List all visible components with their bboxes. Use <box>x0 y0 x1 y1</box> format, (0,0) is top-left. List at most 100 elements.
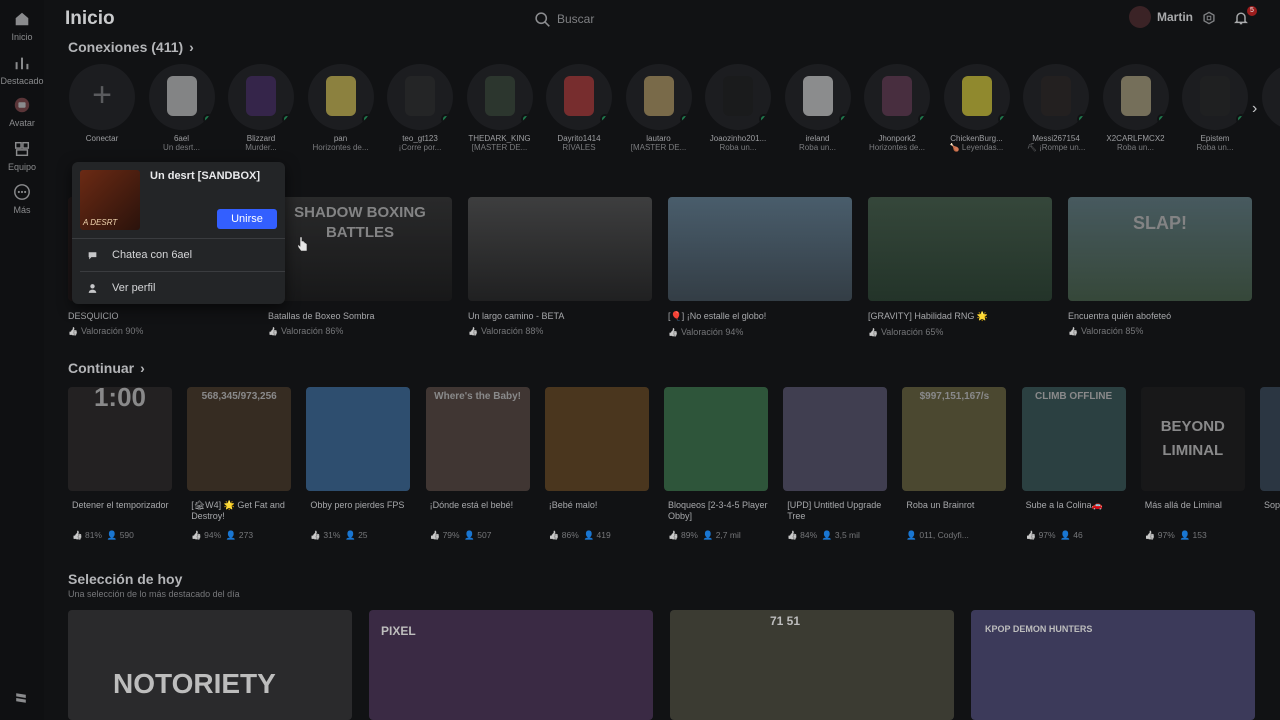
connection-item[interactable]: pan Horizontes de... <box>304 64 378 152</box>
connection-item[interactable]: teo_gt123 ¡Corre por... <box>383 64 457 152</box>
chat-icon <box>88 251 97 259</box>
game-thumbnail <box>668 197 852 301</box>
game-thumbnail: CLIMB OFFLINE <box>1021 387 1126 491</box>
players-icon: 👤 <box>106 530 118 540</box>
game-card[interactable]: Where's the Baby! ¡Dónde está el bebé! 👍 … <box>425 387 530 541</box>
avatar-icon <box>14 97 30 113</box>
thumbnail-text: CLIMB OFFLINE <box>1034 391 1113 402</box>
featured-card[interactable]: 71 51 <box>670 610 954 720</box>
connection-status: RIVALES <box>562 143 596 152</box>
game-title: [GRAVITY] Habilidad RNG 🌟 <box>868 311 989 321</box>
game-rating: 79% <box>442 530 460 540</box>
featured-card[interactable]: KPOP DEMON HUNTERS <box>971 610 1255 720</box>
game-rating: Valoración 90% <box>68 326 252 336</box>
robux-icon[interactable] <box>1202 11 1216 25</box>
players-icon: 👤 <box>1179 530 1191 540</box>
connection-item[interactable]: 6ael Un desrt... <box>145 64 219 152</box>
game-card[interactable]: [GRAVITY] Habilidad RNG 🌟 Valoración 65% <box>868 197 1052 337</box>
friend-avatar <box>705 64 771 130</box>
connection-item[interactable]: Messi267154 ⛏ ¡Rompe un... <box>1019 64 1093 152</box>
carousel-next-icon[interactable]: › <box>1252 100 1257 118</box>
sidebar-item-equipo[interactable]: Equipo <box>0 140 44 172</box>
connection-item[interactable]: Z Rol <box>1258 64 1280 152</box>
game-thumbnail: $997,151,167/s <box>902 387 1007 491</box>
connection-status: Rol <box>1258 143 1280 152</box>
chat-label: Chatea con 6ael <box>112 249 193 261</box>
connections-header[interactable]: Conexiones (411) › <box>68 39 194 55</box>
featured-card[interactable]: PIXEL <box>369 610 653 720</box>
continue-header[interactable]: Continuar › <box>68 360 145 376</box>
connection-item[interactable]: lautaro [MASTER DE... <box>622 64 696 152</box>
connection-item[interactable]: THEDARK_KING [MASTER DE... <box>463 64 537 152</box>
profile-menu-item[interactable]: Ver perfil <box>72 272 285 304</box>
connection-item[interactable]: Jhonpork2 Horizontes de... <box>860 64 934 152</box>
friend-avatar <box>864 64 930 130</box>
sidebar-item-avatar[interactable]: Avatar <box>0 96 44 128</box>
game-thumbnail[interactable]: A DESRT <box>80 170 140 230</box>
search-input[interactable] <box>557 12 777 26</box>
connection-name: lautaro <box>646 134 671 143</box>
game-card[interactable]: [UPD] Untitled Upgrade Tree 👍 84% 👤 3,5 m… <box>783 387 888 541</box>
connection-item[interactable]: ireland Roba un... <box>781 64 855 152</box>
game-card[interactable]: 1:00 Detener el temporizador 👍 81% 👤 590 <box>68 387 172 541</box>
game-card[interactable]: [🎈] ¡No estalle el globo! Valoración 94% <box>668 197 852 337</box>
player-count: 011, Codyfi... <box>919 530 969 540</box>
game-title: Sop <box>1264 500 1280 510</box>
game-card[interactable]: Obby pero pierdes FPS 👍 31% 👤 25 <box>306 387 411 541</box>
sidebar-item-mas[interactable]: Más <box>0 183 44 215</box>
game-card[interactable]: SLAP! Encuentra quién abofeteó Valoració… <box>1068 197 1252 336</box>
game-stats: 👍 79% 👤 507 <box>426 530 530 541</box>
featured-card-text: PIXEL <box>381 624 416 638</box>
join-button[interactable]: Unirse <box>217 209 277 229</box>
player-count: 419 <box>596 530 611 540</box>
game-rating: Valoración 85% <box>1068 326 1252 336</box>
player-count: 3,5 mil <box>834 530 860 540</box>
game-stats: 👍 31% 👤 25 <box>306 530 410 541</box>
connection-item[interactable]: Epistem Roba un... <box>1178 64 1252 152</box>
connection-item[interactable]: Dayrito1414 RIVALES <box>542 64 616 152</box>
connection-name: teo_gt123 <box>402 134 438 143</box>
online-status-icon <box>838 114 849 124</box>
user-profile[interactable]: Martin <box>1129 6 1193 28</box>
players-icon: 👤 <box>225 530 237 540</box>
game-card[interactable]: $997,151,167/s Roba un Brainrot 👤 011, Co… <box>902 387 1007 541</box>
game-card[interactable]: Un largo camino - BETA Valoración 88% <box>468 197 652 336</box>
connection-name: ireland <box>805 134 830 143</box>
game-card[interactable]: ¡Bebé malo! 👍 86% 👤 419 <box>544 387 649 541</box>
game-card[interactable]: 568,345/973,256 [🏚W4] 🌟 Get Fat and Dest… <box>187 387 292 541</box>
thumbnail-text: Where's the Baby! <box>434 391 522 402</box>
connection-item[interactable]: Blizzard Murder... <box>224 64 298 152</box>
game-card[interactable]: CLIMB OFFLINE Sube a la Colina🚗 👍 97% 👤 4… <box>1021 387 1126 541</box>
game-card[interactable]: SHADOW BOXING BATTLES Batallas de Boxeo … <box>268 197 452 336</box>
connection-name: Conectar <box>85 134 119 143</box>
sidebar-item-destacado[interactable]: Destacado <box>0 54 44 86</box>
featured-card[interactable]: NOTORIETY <box>68 610 352 720</box>
sidebar-item-inicio[interactable]: Inicio <box>0 10 44 42</box>
connection-status: Un desrt... <box>163 143 200 152</box>
chat-menu-item[interactable]: Chatea con 6ael <box>72 239 285 271</box>
thumbnail-text: SLAP! <box>1133 213 1187 233</box>
game-rating: 84% <box>800 530 818 540</box>
game-card[interactable]: Sop <box>1260 387 1280 524</box>
online-status-icon <box>1156 114 1167 124</box>
app-logo-icon[interactable] <box>13 690 29 711</box>
add-connection-button[interactable]: + Conectar <box>65 64 139 143</box>
game-title: [🎈] ¡No estalle el globo! <box>668 311 767 321</box>
thumbs-up-icon: 👍 <box>787 530 798 540</box>
sidebar-item-label: Destacado <box>0 76 44 86</box>
players-icon: 👤 <box>345 530 356 540</box>
friend-avatar <box>387 64 453 130</box>
game-card[interactable]: Bloqueos [2-3-4-5 Player Obby] 👍 89% 👤 2,… <box>664 387 768 541</box>
game-card[interactable]: BEYOND LIMINAL Más allá de Liminal 👍 97% … <box>1140 387 1245 541</box>
game-thumbnail <box>1260 387 1280 491</box>
connection-item[interactable]: ChickenBurg... 🍗 Leyendas... <box>940 64 1014 152</box>
online-status-icon <box>679 114 690 124</box>
home-icon <box>15 12 29 26</box>
chevron-right-icon: › <box>140 360 145 376</box>
connection-item[interactable]: X2CARLFMCX2 Roba un... <box>1099 64 1173 152</box>
search-box[interactable] <box>534 6 794 32</box>
game-thumbnail: 1:00 <box>68 387 172 491</box>
players-icon: 👤 <box>906 530 917 540</box>
connection-item[interactable]: Joaozinho201... Roba un... <box>701 64 775 152</box>
thumbnail-text: 1:00 <box>93 387 147 412</box>
